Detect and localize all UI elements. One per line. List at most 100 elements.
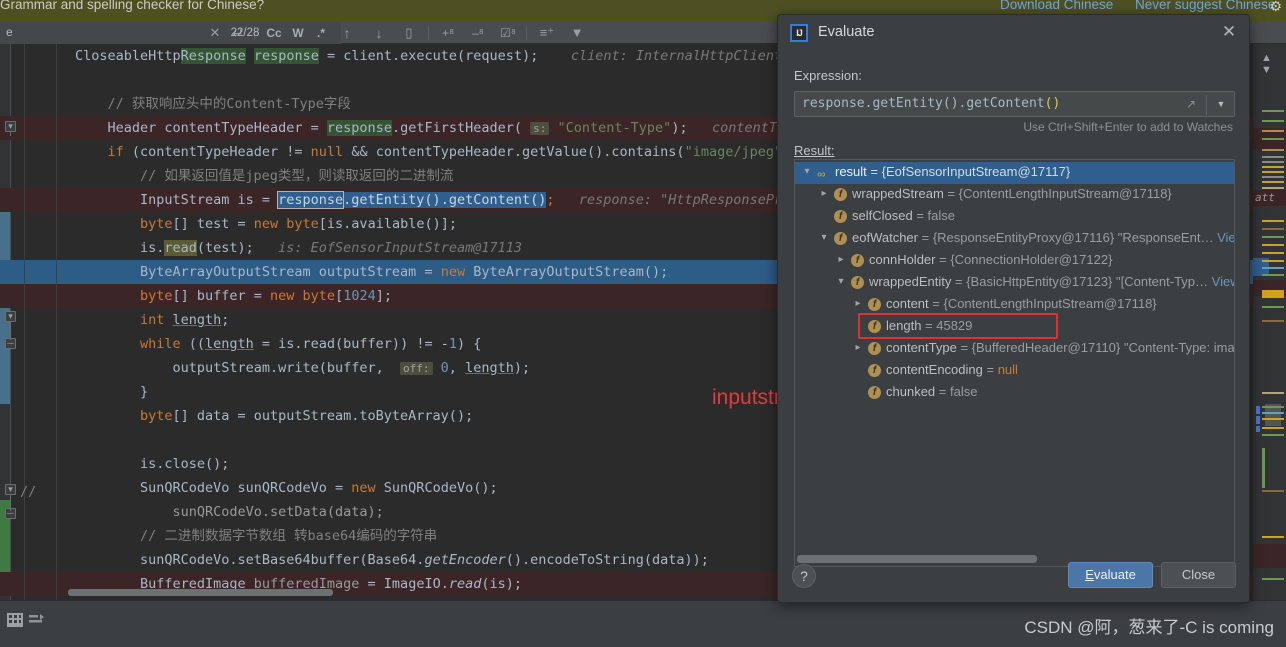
code-token: client: InternalHttpClient@14 <box>538 48 807 64</box>
field-icon: f <box>868 342 881 355</box>
remove-selection-icon[interactable]: –⁸ <box>466 22 490 44</box>
code-fold-icon[interactable]: ▾ <box>5 121 16 132</box>
in-selection-icon[interactable]: ≡⁺ <box>535 22 559 44</box>
close-button[interactable]: Close <box>1161 562 1236 588</box>
structure-list-icon[interactable] <box>28 611 46 629</box>
tree-node-label: contentType = {BufferedHeader@17110} "Co… <box>886 340 1235 355</box>
help-button[interactable]: ? <box>792 564 816 588</box>
code-token: response <box>253 48 319 64</box>
tree-node-label: length = 45829 <box>886 318 973 333</box>
code-token: SunQRCodeVo sunQRCodeVo = <box>139 480 352 496</box>
evaluate-dialog: IJ Evaluate ✕ Expression: response.getEn… <box>777 14 1250 603</box>
editor-error-stripe[interactable]: ▲ ▼ att <box>1253 44 1286 600</box>
code-token: ]; <box>375 288 392 304</box>
result-tree[interactable]: ▾ ∞ result = {EofSensorInputStream@17117} ▸… <box>794 159 1235 567</box>
code-token: [] data = outputStream.toByteArray(); <box>172 408 474 424</box>
evaluate-button[interactable]: Evaluate <box>1068 562 1153 588</box>
chevron-down-icon[interactable]: ▼ <box>1261 64 1272 76</box>
view-link[interactable]: View <box>1213 230 1234 245</box>
tree-row[interactable]: ▾ ∞ result = {EofSensorInputStream@17117} <box>795 162 1234 184</box>
tree-horizontal-scrollbar[interactable] <box>797 555 1037 563</box>
tree-row[interactable]: f contentEncoding = null <box>795 360 1234 382</box>
code-token: [is.available()]; <box>318 216 457 232</box>
code-token: new <box>253 216 279 232</box>
expand-icon[interactable]: ↗ <box>1186 97 1202 113</box>
chevron-down-icon[interactable]: ▾ <box>835 276 847 290</box>
code-token: s: <box>530 122 550 135</box>
code-token: response <box>326 120 392 136</box>
tree-row[interactable]: f chunked = false <box>795 382 1234 404</box>
code-token: 1024 <box>343 288 376 304</box>
chevron-right-icon[interactable]: ▸ <box>852 298 864 312</box>
code-token: = is.read(buffer)) != - <box>253 336 449 352</box>
chevron-right-icon[interactable]: ▸ <box>852 342 864 356</box>
code-token: is. <box>139 240 165 256</box>
code-token: while <box>139 336 181 352</box>
match-count: 22/28 <box>230 27 260 39</box>
code-token: read <box>448 576 482 592</box>
code-token: byte <box>286 216 319 232</box>
chevron-down-icon[interactable]: ▾ <box>801 166 813 180</box>
tree-row[interactable]: ▾ f eofWatcher = {ResponseEntityProxy@1711… <box>795 228 1234 250</box>
banner-link-never-suggest[interactable]: Never suggest Chinese <box>1135 0 1275 12</box>
tree-row[interactable]: f selfClosed = false <box>795 206 1234 228</box>
tree-row[interactable]: ▸ f contentType = {BufferedHeader@17110} "… <box>795 338 1234 360</box>
stripe-tooltip: att <box>1255 191 1275 204</box>
expression-input[interactable]: response.getEntity().getContent() ↗ ▼ <box>794 91 1235 117</box>
code-token: = client.execute(request); <box>318 48 539 64</box>
expression-value: response.getEntity().getContent() <box>802 96 1061 111</box>
code-token: getEncoder <box>424 552 506 568</box>
close-icon[interactable]: ✕ <box>1219 23 1239 43</box>
tree-row[interactable]: ▸ f wrappedStream = {ContentLengthInputStr… <box>795 184 1234 206</box>
folded-comment-marker: // <box>20 484 37 500</box>
chevron-right-icon[interactable]: ▸ <box>818 188 830 202</box>
words-toggle[interactable]: W <box>288 22 308 44</box>
tree-row[interactable]: ▸ f content = {ContentLengthInputStream@17… <box>795 294 1234 316</box>
select-all-icon[interactable]: ☑⁸ <box>496 22 520 44</box>
filter-icon[interactable]: ▼ <box>566 22 588 44</box>
expression-label: Expression: <box>794 68 862 83</box>
code-fold-icon[interactable]: ▾ <box>5 311 16 322</box>
code-token: [ <box>335 288 344 304</box>
chevron-down-icon[interactable]: ▼ <box>1215 99 1227 111</box>
tree-row[interactable]: ▾ f wrappedEntity = {BasicHttpEntity@17123… <box>795 272 1234 294</box>
arrow-down-icon[interactable]: ↓ <box>368 22 390 44</box>
tree-row[interactable]: f length = 45829 <box>795 316 1234 338</box>
intellij-logo-icon: IJ <box>790 24 808 42</box>
tree-node-label: contentEncoding = null <box>886 362 1018 377</box>
field-icon: f <box>834 210 847 223</box>
code-token: ; <box>546 192 555 208</box>
code-token: sunQRCodeVo.setData(data); <box>172 504 384 520</box>
field-icon: f <box>868 364 881 377</box>
gear-icon[interactable]: ⚙ <box>1269 0 1282 15</box>
code-token: off: <box>400 362 433 375</box>
code-token: length <box>204 336 254 352</box>
tree-row[interactable]: ▸ f connHolder = {ConnectionHolder@17122} <box>795 250 1234 272</box>
tree-node-label: connHolder = {ConnectionHolder@17122} <box>869 252 1113 267</box>
code-token: ().encodeToString(data)); <box>505 552 709 568</box>
view-link[interactable]: View <box>1208 274 1234 289</box>
code-token: SunQRCodeVo(); <box>375 480 498 496</box>
select-occurrences-icon[interactable]: ▯ <box>398 22 420 44</box>
chevron-down-icon[interactable]: ▾ <box>818 232 830 246</box>
banner-link-download[interactable]: Download Chinese <box>1000 0 1113 12</box>
chevron-right-icon[interactable]: ▸ <box>835 254 847 268</box>
dialog-titlebar[interactable]: IJ Evaluate ✕ <box>778 15 1251 51</box>
screen-root: Grammar and spelling checker for Chinese… <box>0 0 1286 647</box>
code-token: ByteArrayOutputStream outputStream = <box>139 264 441 280</box>
regex-toggle[interactable]: .* <box>310 22 332 44</box>
banner-message: Grammar and spelling checker for Chinese… <box>0 0 265 12</box>
arrow-up-icon[interactable]: ↑ <box>336 22 358 44</box>
code-token: (is); <box>481 576 522 592</box>
code-token: [] test = <box>172 216 254 232</box>
code-fold-icon[interactable]: ▾ <box>5 484 16 495</box>
code-token: ; <box>221 312 230 328</box>
code-token: 0 <box>440 360 449 376</box>
chevron-up-icon[interactable]: ▲ <box>1261 52 1272 64</box>
table-grid-icon[interactable] <box>6 611 24 629</box>
code-token: null <box>310 144 344 160</box>
add-selection-icon[interactable]: +⁸ <box>436 22 460 44</box>
editor-horizontal-scrollbar[interactable] <box>68 589 333 596</box>
field-icon: f <box>868 298 881 311</box>
